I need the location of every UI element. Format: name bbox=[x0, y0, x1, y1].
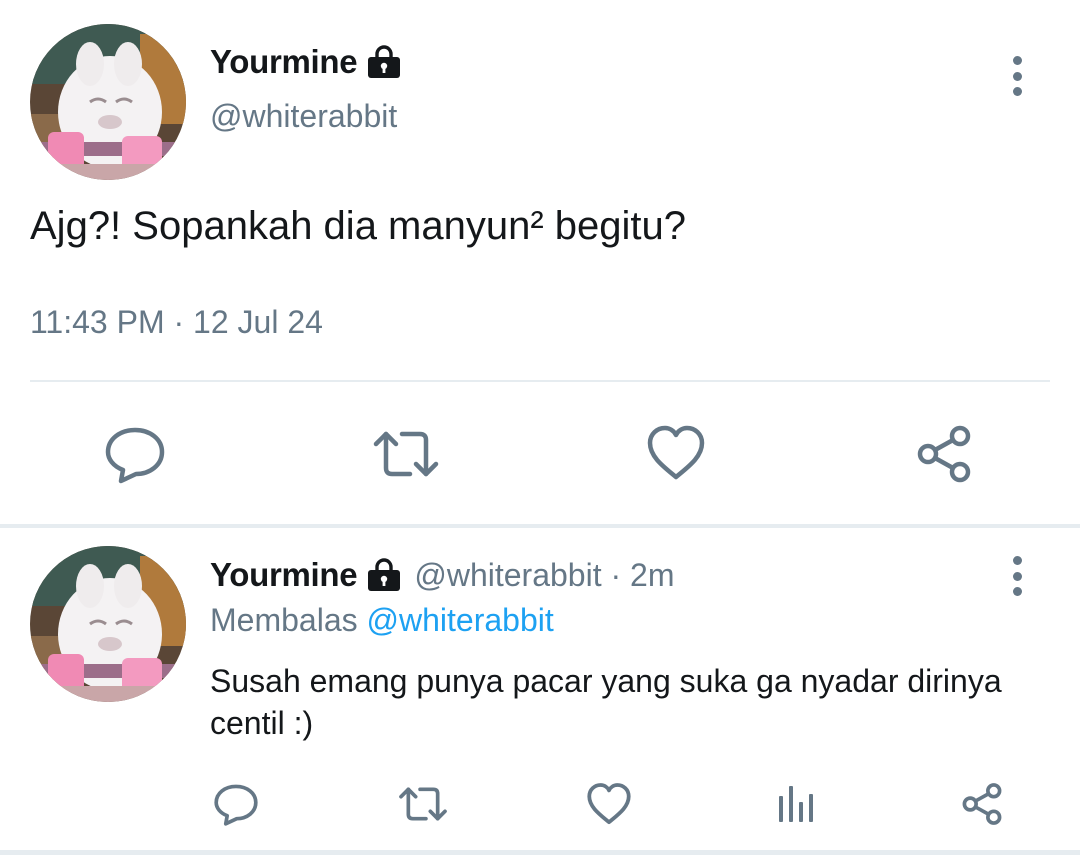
more-options-icon[interactable] bbox=[1002, 556, 1032, 596]
avatar[interactable] bbox=[30, 24, 186, 180]
author-row[interactable]: Yourmine bbox=[210, 40, 402, 84]
tweet-detail-page: Yourmine @whiterabbit Ajg?! Sopankah dia… bbox=[0, 0, 1080, 855]
lock-icon bbox=[366, 45, 402, 79]
tweet-timestamp[interactable]: 11:43 PM · 12 Jul 24 bbox=[30, 304, 323, 341]
retweet-icon[interactable] bbox=[372, 424, 440, 484]
like-icon[interactable] bbox=[646, 424, 706, 482]
reply-icon[interactable] bbox=[213, 782, 259, 826]
avatar-image bbox=[30, 24, 186, 180]
replying-to-mention[interactable]: @whiterabbit bbox=[367, 602, 554, 638]
display-name[interactable]: Yourmine bbox=[210, 556, 358, 594]
like-icon[interactable] bbox=[586, 782, 632, 826]
share-icon[interactable] bbox=[914, 424, 974, 484]
divider bbox=[30, 380, 1050, 382]
lock-icon bbox=[366, 558, 402, 592]
reply-text: Susah emang punya pacar yang suka ga nya… bbox=[210, 663, 1002, 741]
tweet-text: Ajg?! Sopankah dia manyun² begitu? bbox=[30, 204, 687, 248]
analytics-icon[interactable] bbox=[776, 782, 816, 826]
share-icon[interactable] bbox=[960, 782, 1004, 826]
author-handle-time[interactable]: @whiterabbit · 2m bbox=[414, 557, 674, 594]
display-name[interactable]: Yourmine bbox=[210, 43, 358, 81]
section-divider bbox=[0, 524, 1080, 528]
author-handle[interactable]: @whiterabbit bbox=[210, 98, 397, 135]
section-divider bbox=[0, 850, 1080, 855]
more-options-icon[interactable] bbox=[1002, 56, 1032, 96]
avatar-image bbox=[30, 546, 186, 702]
avatar[interactable] bbox=[30, 546, 186, 702]
retweet-icon[interactable] bbox=[398, 782, 448, 826]
replying-to: Membalas @whiterabbit bbox=[210, 602, 554, 639]
replying-to-label: Membalas bbox=[210, 602, 358, 638]
reply-author-row[interactable]: Yourmine @whiterabbit · 2m bbox=[210, 553, 674, 597]
reply-icon[interactable] bbox=[104, 424, 166, 484]
